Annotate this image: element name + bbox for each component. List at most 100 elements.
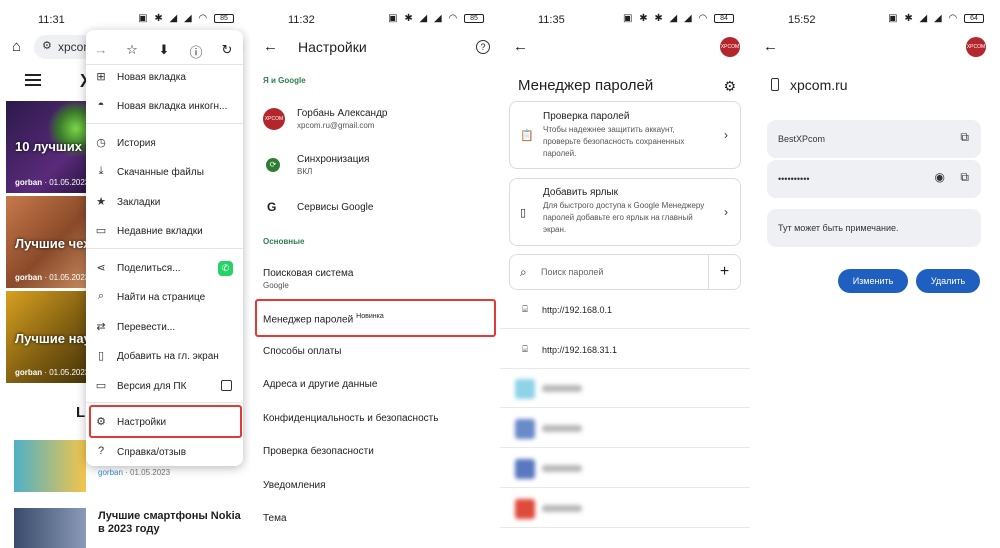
menu-item-downloads[interactable]: ⤓ Скачанные файлы: [86, 160, 243, 186]
site-info-icon[interactable]: ⚙: [42, 39, 52, 52]
home-icon[interactable]: ⌂: [12, 38, 21, 55]
app-bar: ← Настройки ?: [250, 32, 500, 62]
article-meta: gorban · 01.05.2023: [15, 273, 90, 282]
download-icon[interactable]: ⬇: [155, 42, 173, 58]
add-shortcut-card[interactable]: ▯ Добавить ярлык Для быстрого доступа к …: [509, 178, 741, 246]
settings-row-notifications[interactable]: Уведомления: [250, 474, 500, 500]
page-title: Менеджер паролей: [518, 77, 654, 94]
menu-item-share[interactable]: ⋖ Поделиться... ✆: [86, 256, 243, 282]
settings-row-sync[interactable]: ⟳ Синхронизация ВКЛ: [250, 146, 500, 184]
username-value: BestXPcom: [778, 134, 826, 144]
back-arrow-icon[interactable]: ←: [513, 38, 528, 55]
recent-tabs-icon: ▭: [95, 225, 107, 237]
edit-button[interactable]: Изменить: [838, 269, 908, 293]
avatar[interactable]: XPCOM: [966, 37, 986, 57]
password-entry-blurred[interactable]: [500, 370, 750, 408]
status-bar: 11:32 ▣ ✱ ◢ ◢ ◠ 85: [250, 0, 500, 28]
blurred-favicon: [515, 379, 535, 399]
menu-item-new-tab[interactable]: ⊞ Новая вкладка: [86, 65, 243, 91]
share-icon: ⋖: [96, 262, 106, 274]
add-shortcut-desc: Для быстрого доступа к Google Менеджеру …: [543, 201, 705, 234]
password-entry-blurred[interactable]: [500, 490, 750, 528]
back-arrow-icon[interactable]: ←: [763, 38, 778, 55]
bookmarks-star-icon: ★: [96, 196, 106, 208]
password-field[interactable]: •••••••••• ◉ ⧉: [767, 160, 981, 198]
status-icons: ▣ ✱ ◢ ◢ ◠ 85: [388, 13, 484, 24]
list-thumbnail[interactable]: [14, 440, 86, 492]
settings-row-google-services[interactable]: G Сервисы Google: [250, 193, 500, 223]
menu-item-incognito[interactable]: ◓ Новая вкладка инкогн...: [86, 94, 243, 120]
settings-row-safety-check[interactable]: Проверка безопасности: [250, 440, 500, 466]
desktop-icon: ▭: [95, 380, 107, 392]
sync-icon: ⟳: [266, 158, 280, 172]
search-input[interactable]: Поиск паролей: [541, 267, 603, 277]
blurred-text: [542, 385, 582, 392]
list-thumbnail[interactable]: [14, 508, 86, 548]
password-entry[interactable]: ⌸ http://192.168.31.1: [500, 331, 750, 369]
check-passwords-card[interactable]: 📋 Проверка паролей Чтобы надежнее защити…: [509, 101, 741, 169]
new-tab-icon: ⊞: [96, 71, 106, 83]
settings-row-addresses[interactable]: Адреса и другие данные: [250, 373, 500, 399]
check-passwords-desc: Чтобы надежнее защитить аккаунт, проверь…: [543, 125, 685, 158]
hamburger-menu-icon[interactable]: [25, 74, 41, 86]
copy-icon[interactable]: ⧉: [960, 170, 969, 185]
article-meta: gorban · 01.05.2023: [15, 368, 90, 377]
info-icon[interactable]: ⓘ: [187, 42, 205, 61]
password-entry-blurred[interactable]: [500, 450, 750, 488]
gear-icon[interactable]: ⚙: [723, 78, 736, 95]
menu-item-bookmarks[interactable]: ★ Закладки: [86, 190, 243, 216]
delete-button[interactable]: Удалить: [916, 269, 980, 293]
section-title-fragment: L: [76, 404, 86, 421]
settings-panel: 11:32 ▣ ✱ ◢ ◢ ◠ 85 ← Настройки ? Я и Goo…: [250, 0, 500, 548]
help-icon[interactable]: ?: [476, 40, 490, 54]
menu-item-history[interactable]: ◷ История: [86, 131, 243, 157]
list-title[interactable]: Лучшие смартфоны Nokia в 2023 году: [98, 510, 243, 536]
password-detail-panel: 15:52 ▣ ✱ ◢ ◢ ◠ 64 ← XPCOM xpcom.ru Best…: [750, 0, 1000, 548]
search-icon: ⌕: [520, 265, 527, 279]
translate-icon: ⇄: [96, 321, 106, 333]
blurred-text: [542, 465, 582, 472]
search-engine-value: Google: [263, 281, 289, 290]
settings-row-privacy[interactable]: Конфиденциальность и безопасность: [250, 407, 500, 433]
bookmark-star-icon[interactable]: ☆: [123, 42, 141, 58]
google-services-label: Сервисы Google: [297, 202, 374, 213]
note-field[interactable]: Тут может быть примечание.: [767, 209, 981, 247]
menu-item-desktop-site[interactable]: ▭ Версия для ПК: [86, 374, 243, 400]
status-icons: ▣ ✱ ✱ ◢ ◢ ◠ 84: [623, 13, 734, 24]
menu-item-help[interactable]: ? Справка/отзыв: [86, 440, 243, 466]
copy-icon[interactable]: ⧉: [960, 130, 969, 145]
avatar[interactable]: XPCOM: [720, 37, 740, 57]
menu-item-translate[interactable]: ⇄ Перевести...: [86, 315, 243, 341]
settings-row-payment[interactable]: Способы оплаты: [250, 340, 500, 366]
password-entry-blurred[interactable]: [500, 410, 750, 448]
sync-label: Синхронизация: [297, 154, 370, 165]
desktop-site-checkbox[interactable]: [221, 380, 232, 391]
menu-item-find-in-page[interactable]: ⌕ Найти на странице: [86, 285, 243, 311]
password-entry-url: http://192.168.31.1: [542, 345, 618, 355]
whatsapp-icon[interactable]: ✆: [218, 261, 233, 276]
account-email: xpcom.ru@gmail.com: [297, 121, 375, 130]
add-shortcut-title: Добавить ярлык: [543, 187, 619, 198]
eye-icon[interactable]: ◉: [935, 170, 945, 184]
app-bar: ← XPCOM: [500, 32, 750, 62]
account-name: Горбань Александр: [297, 108, 388, 119]
menu-item-recent-tabs[interactable]: ▭ Недавние вкладки: [86, 219, 243, 245]
blurred-favicon: [515, 419, 535, 439]
forward-icon[interactable]: →: [92, 42, 110, 57]
settings-row-account[interactable]: ХPCOM Горбань Александр xpcom.ru@gmail.c…: [250, 100, 500, 138]
password-entry[interactable]: ⌸ http://192.168.0.1: [500, 291, 750, 329]
add-password-button[interactable]: +: [708, 255, 740, 289]
password-manager-panel: 11:35 ▣ ✱ ✱ ◢ ◢ ◠ 84 ← XPCOM Менеджер па…: [500, 0, 750, 548]
username-field[interactable]: BestXPcom ⧉: [767, 120, 981, 158]
reload-icon[interactable]: ↻: [218, 42, 236, 58]
settings-row-search-engine[interactable]: Поисковая система Google: [250, 262, 500, 294]
article-meta: gorban · 01.05.2023: [15, 178, 90, 187]
status-bar: 15:52 ▣ ✱ ◢ ◢ ◠ 64: [750, 0, 1000, 28]
status-bar: 11:31 ▣ ✱ ◢ ◢ ◠ 85: [0, 0, 250, 28]
settings-row-theme[interactable]: Тема: [250, 507, 500, 533]
status-icons: ▣ ✱ ◢ ◢ ◠ 64: [888, 13, 984, 24]
password-search[interactable]: ⌕ Поиск паролей +: [509, 254, 741, 290]
menu-item-add-to-home[interactable]: ▯ Добавить на гл. экран: [86, 344, 243, 370]
note-value: Тут может быть примечание.: [778, 223, 899, 233]
back-arrow-icon[interactable]: ←: [263, 38, 278, 55]
